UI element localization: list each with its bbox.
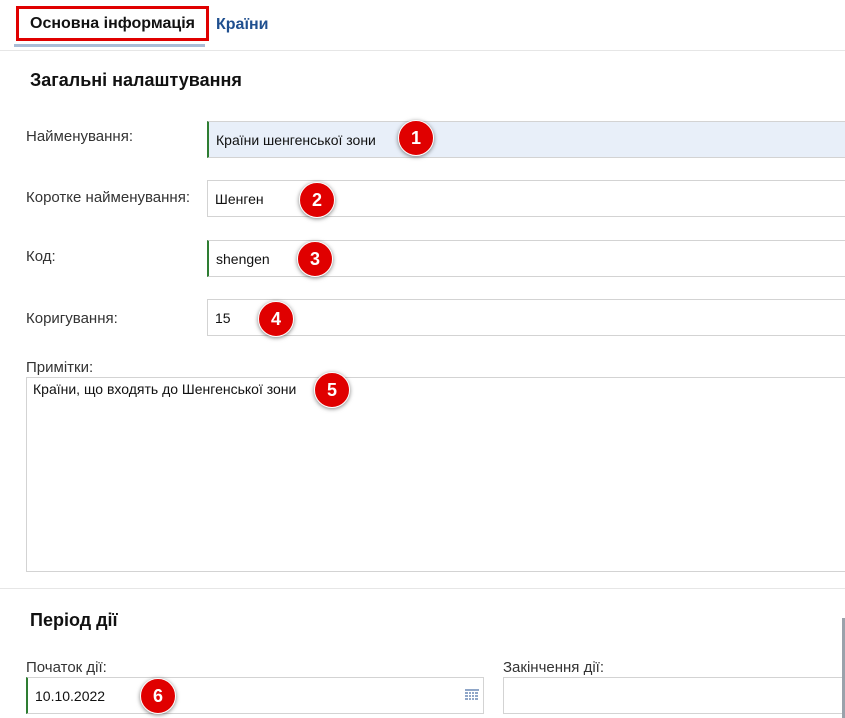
- annotation-badge-2: 2: [299, 182, 335, 218]
- annotation-badge-3: 3: [297, 241, 333, 277]
- short-name-label: Коротке найменування:: [26, 189, 190, 206]
- correction-value: 15: [215, 309, 231, 326]
- annotation-badge-6: 6: [140, 678, 176, 714]
- code-label: Код:: [26, 248, 56, 265]
- correction-input[interactable]: 15: [207, 299, 845, 336]
- notes-textarea[interactable]: Країни, що входять до Шенгенської зони: [26, 377, 845, 572]
- end-date-input[interactable]: [503, 677, 845, 714]
- correction-label: Коригування:: [26, 310, 118, 327]
- name-label: Найменування:: [26, 128, 133, 145]
- general-settings-title: Загальні налаштування: [30, 70, 242, 90]
- code-value: shengen: [216, 250, 270, 267]
- tab-countries[interactable]: Країни: [216, 16, 268, 34]
- end-date-label: Закінчення дії:: [503, 659, 605, 676]
- tab-main-info[interactable]: Основна інформація: [16, 6, 209, 41]
- short-name-value: Шенген: [215, 190, 264, 207]
- name-input[interactable]: Країни шенгенської зони: [207, 121, 845, 158]
- notes-value: Країни, що входять до Шенгенської зони: [33, 381, 297, 397]
- start-date-label: Початок дії:: [26, 659, 107, 676]
- section-divider: [0, 588, 845, 589]
- start-date-value: 10.10.2022: [35, 687, 106, 704]
- tab-bar: Основна інформація Країни: [0, 0, 845, 51]
- start-date-input[interactable]: 10.10.2022: [26, 677, 484, 714]
- active-tab-indicator: [14, 44, 205, 47]
- name-value: Країни шенгенської зони: [216, 131, 376, 148]
- notes-label: Примітки:: [26, 359, 94, 376]
- annotation-badge-5: 5: [314, 372, 350, 408]
- period-title: Період дії: [30, 610, 118, 630]
- annotation-badge-4: 4: [258, 301, 294, 337]
- tab-main-info-label: Основна інформація: [30, 14, 195, 32]
- annotation-badge-1: 1: [398, 120, 434, 156]
- calendar-icon[interactable]: [465, 689, 479, 702]
